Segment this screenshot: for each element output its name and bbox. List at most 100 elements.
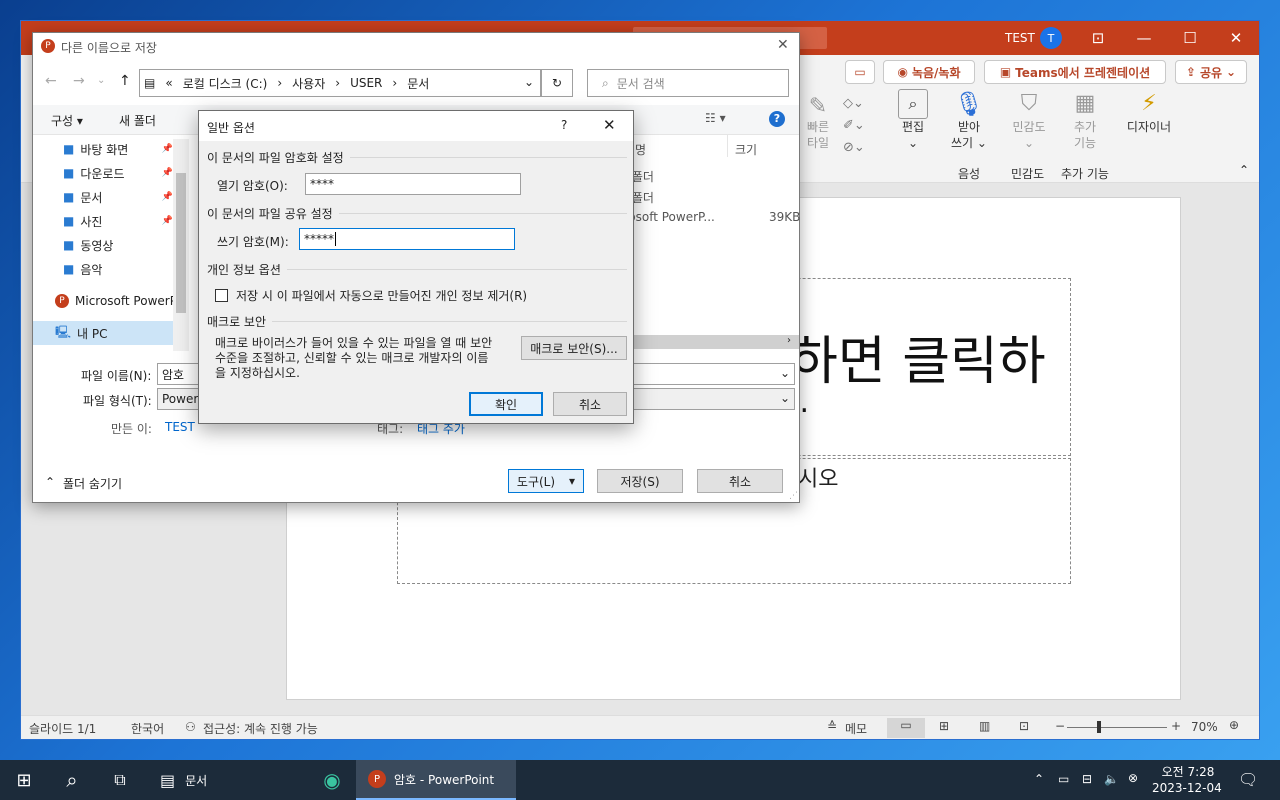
organize-button[interactable]: 구성 ▾ xyxy=(51,112,83,129)
zoom-level[interactable]: 70% xyxy=(1191,720,1218,734)
author-value[interactable]: TEST xyxy=(165,420,195,434)
search-input[interactable]: ⌕ 문서 검색 xyxy=(587,69,789,97)
up-arrow-icon[interactable]: ↑ xyxy=(119,73,131,89)
tools-button[interactable]: 도구(L) ▾ xyxy=(508,469,584,493)
cancel-button[interactable]: 취소 xyxy=(697,469,783,493)
nav-item-this-pc[interactable]: 🖳 내 PC xyxy=(33,321,173,345)
dismiss-icon[interactable]: ⊗ xyxy=(1128,771,1138,785)
file-row[interactable]: crosoft PowerP... 39KB xyxy=(617,207,801,227)
record-button[interactable]: ◉ 녹음/녹화 xyxy=(883,60,975,84)
chevron-up-icon[interactable]: ⌃ xyxy=(45,475,55,489)
file-row[interactable]: 일 폴더 xyxy=(617,165,801,185)
help-icon[interactable]: ? xyxy=(561,118,567,132)
hide-folders-button[interactable]: 폴더 숨기기 xyxy=(63,475,122,492)
minimize-icon[interactable]: — xyxy=(1121,21,1167,55)
view-options-icon[interactable]: ☷ ▾ xyxy=(705,111,726,125)
accessibility-status[interactable]: 접근성: 계속 진행 가능 xyxy=(203,720,318,737)
volume-icon[interactable]: 🔈 xyxy=(1104,772,1119,786)
reading-view-icon[interactable]: ▥ xyxy=(979,719,990,733)
resize-grip-icon[interactable]: ⋰ xyxy=(789,491,798,501)
nav-item[interactable]: ■ 다운로드 📌 xyxy=(63,161,173,185)
chevron-down-icon[interactable]: ⌄ xyxy=(524,75,534,89)
nav-item[interactable]: ■ 바탕 화면 📌 xyxy=(63,137,173,161)
pin-icon[interactable]: 📌 xyxy=(162,144,173,154)
shape-format-tools[interactable]: ◇⌄ ✐⌄ ⊘⌄ xyxy=(843,93,877,159)
open-password-field[interactable]: **** xyxy=(305,173,521,195)
battery-icon[interactable]: ▭ xyxy=(1058,772,1069,786)
fit-slide-icon[interactable]: ⊕ xyxy=(1229,718,1239,732)
column-header-size[interactable]: 크기 xyxy=(735,141,757,158)
pin-icon[interactable]: 📌 xyxy=(162,216,173,226)
ribbon-display-icon[interactable]: ⊡ xyxy=(1075,21,1121,55)
breadcrumb-users[interactable]: 사용자 xyxy=(292,75,325,92)
save-button[interactable]: 저장(S) xyxy=(597,469,683,493)
file-row[interactable]: 일 폴더 xyxy=(617,186,801,206)
nav-item[interactable]: ■ 문서 📌 xyxy=(63,185,173,209)
comment-button[interactable]: ▭ xyxy=(845,60,875,84)
avatar[interactable]: T xyxy=(1040,27,1062,49)
normal-view-icon[interactable]: ▭ xyxy=(887,718,925,738)
modify-password-field[interactable]: ***** xyxy=(299,228,515,250)
ok-button[interactable]: 확인 xyxy=(469,392,543,416)
edge-icon[interactable]: ◉ xyxy=(312,760,352,800)
zoom-slider-thumb[interactable] xyxy=(1097,721,1101,733)
maximize-icon[interactable]: ☐ xyxy=(1167,21,1213,55)
language-indicator[interactable]: 한국어 xyxy=(131,720,164,737)
clock-date[interactable]: 2023-12-04 xyxy=(1152,781,1222,795)
close-icon[interactable]: ✕ xyxy=(603,116,616,134)
pin-icon[interactable]: 📌 xyxy=(162,192,173,202)
breadcrumb-user[interactable]: USER xyxy=(350,76,382,90)
nav-item[interactable]: ■ 동영상 xyxy=(63,233,173,257)
addins-button[interactable]: ▦ 추가 기능 xyxy=(1063,89,1107,151)
taskbar-powerpoint[interactable]: P 암호 - PowerPoint xyxy=(356,760,516,800)
chevron-down-icon[interactable]: ⌄ xyxy=(780,391,790,405)
breadcrumb-overflow[interactable]: « xyxy=(165,76,172,90)
close-icon[interactable]: ✕ xyxy=(1213,21,1259,55)
nav-item-powerpoint[interactable]: P Microsoft PowerP xyxy=(55,289,175,313)
back-arrow-icon[interactable]: ← xyxy=(45,73,57,89)
help-icon[interactable]: ? xyxy=(769,111,785,127)
notes-button[interactable]: 메모 xyxy=(845,720,867,737)
collapse-ribbon-icon[interactable]: ⌃ xyxy=(1239,163,1249,177)
zoom-slider[interactable] xyxy=(1067,727,1167,728)
pin-icon[interactable]: 📌 xyxy=(162,168,173,178)
chevron-up-icon[interactable]: ⌃ xyxy=(1034,772,1044,786)
breadcrumb-documents[interactable]: 문서 xyxy=(407,75,429,92)
refresh-icon[interactable]: ↻ xyxy=(541,69,573,97)
breadcrumb-drive[interactable]: 로컬 디스크 (C:) xyxy=(183,75,268,92)
network-icon[interactable]: ⊟ xyxy=(1082,772,1092,786)
teams-present-button[interactable]: ▣ Teams에서 프레젠테이션 xyxy=(984,60,1166,84)
taskbar-explorer[interactable]: ▤ 문서 xyxy=(148,760,308,800)
address-bar[interactable]: ▤ « 로컬 디스크 (C:) › 사용자 › USER › 문서 ⌄ xyxy=(139,69,541,97)
options-cancel-button[interactable]: 취소 xyxy=(553,392,627,416)
chevron-down-icon[interactable]: ⌄ xyxy=(780,366,790,380)
slide-sorter-icon[interactable]: ⊞ xyxy=(939,719,949,733)
windows-start-icon[interactable]: ⊞ xyxy=(0,760,48,800)
zoom-in-icon[interactable]: + xyxy=(1171,719,1181,733)
nav-item[interactable]: ■ 음악 xyxy=(63,257,173,281)
slideshow-icon[interactable]: ⊡ xyxy=(1019,719,1029,733)
share-button[interactable]: ⇪ 공유 ⌄ xyxy=(1175,60,1247,84)
notification-icon[interactable]: 🗨 xyxy=(1238,770,1258,789)
privacy-checkbox[interactable] xyxy=(215,289,228,302)
nav-scrollbar[interactable] xyxy=(173,139,189,351)
sensitivity-button[interactable]: ⛉ 민감도 ⌄ xyxy=(1007,89,1051,151)
privacy-option[interactable]: 저장 시 이 파일에서 자동으로 만들어진 개인 정보 제거(R) xyxy=(215,287,527,304)
scroll-right-icon[interactable]: › xyxy=(787,335,791,346)
task-view-icon[interactable]: ⧉ xyxy=(96,760,144,800)
zoom-out-icon[interactable]: − xyxy=(1055,719,1065,733)
close-icon[interactable]: ✕ xyxy=(777,37,789,53)
search-icon[interactable]: ⌕ xyxy=(48,760,96,800)
forward-arrow-icon[interactable]: → xyxy=(73,73,85,89)
file-list-scrollbar[interactable] xyxy=(609,335,799,349)
dictate-button[interactable]: 🎙 받아 쓰기 ⌄ xyxy=(947,89,991,151)
nav-scrollbar-thumb[interactable] xyxy=(176,173,186,313)
recent-locations-icon[interactable]: ⌄ xyxy=(97,75,105,86)
edit-button[interactable]: ⌕ 편집 ⌄ xyxy=(893,89,933,151)
macro-security-button[interactable]: 매크로 보안(S)... xyxy=(521,336,627,360)
nav-item[interactable]: ■ 사진 📌 xyxy=(63,209,173,233)
quick-styles-button[interactable]: ✎ 빠른 타일 xyxy=(797,95,839,151)
designer-button[interactable]: ⚡ 디자이너 xyxy=(1121,89,1177,135)
clock-time[interactable]: 오전 7:28 xyxy=(1160,763,1216,780)
new-folder-button[interactable]: 새 폴더 xyxy=(119,112,156,129)
